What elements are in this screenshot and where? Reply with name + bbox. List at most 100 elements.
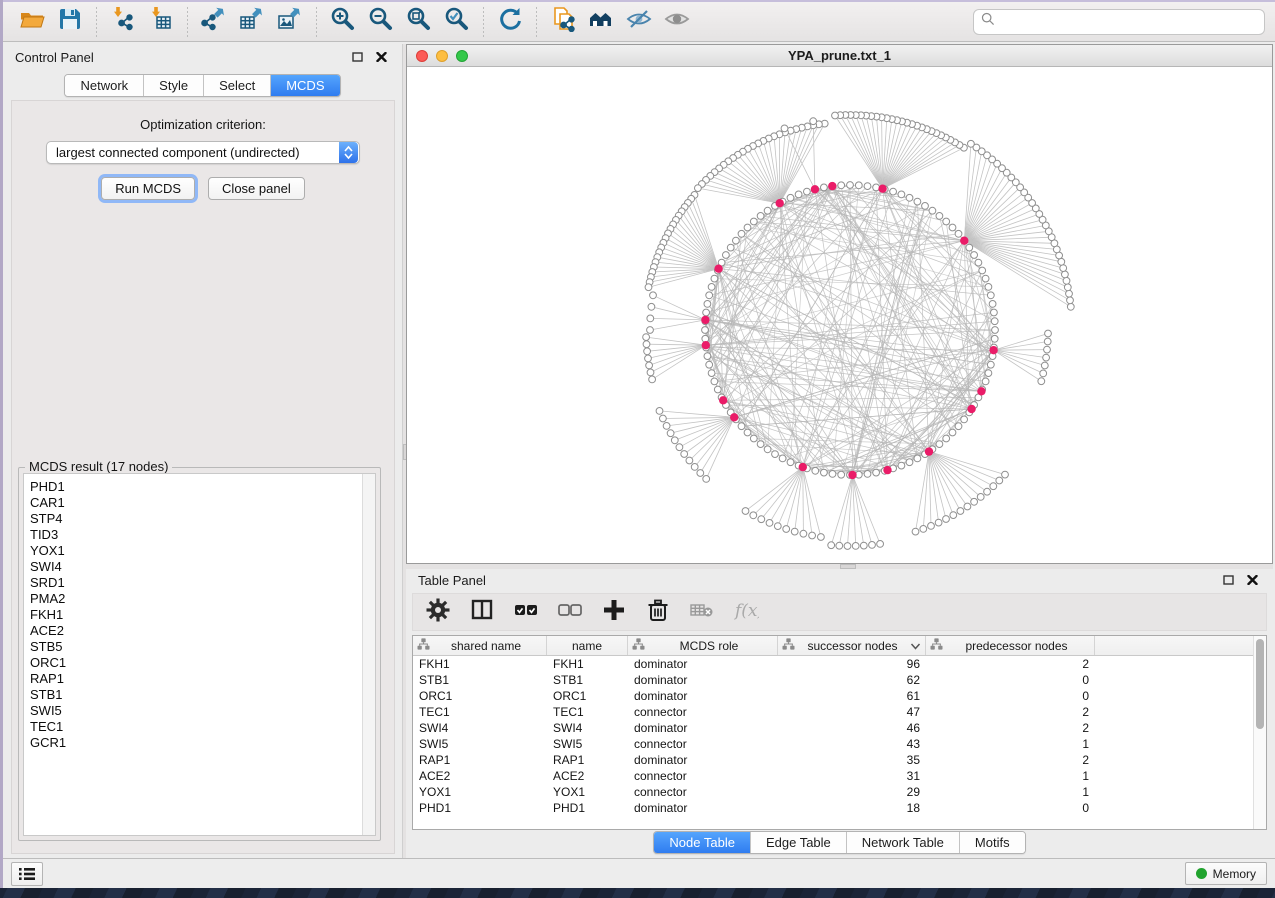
show-panels-button[interactable] — [11, 862, 43, 886]
table-row[interactable]: YOX1YOX1connector291 — [413, 784, 1253, 800]
column-header-predecessor-nodes[interactable]: predecessor nodes — [926, 636, 1095, 655]
mcds-hub-node[interactable] — [799, 463, 807, 471]
select-all-rows-button[interactable] — [511, 597, 541, 627]
maximize-window-icon[interactable] — [456, 50, 468, 62]
first-neighbors-button[interactable] — [584, 6, 618, 38]
table-row[interactable]: ORC1ORC1dominator610 — [413, 688, 1253, 704]
mcds-result-item[interactable]: SWI5 — [30, 703, 362, 719]
tab-select[interactable]: Select — [204, 75, 271, 96]
open-file-button[interactable] — [15, 6, 49, 38]
tab-network[interactable]: Network — [65, 75, 144, 96]
network-graph[interactable] — [407, 67, 1272, 563]
column-header-MCDS-role[interactable]: MCDS role — [628, 636, 778, 655]
network-canvas[interactable] — [407, 67, 1272, 563]
tab-style[interactable]: Style — [144, 75, 204, 96]
criterion-select[interactable]: largest connected component (undirected) — [46, 141, 360, 164]
mcds-hub-node[interactable] — [960, 237, 968, 245]
table-row[interactable]: PHD1PHD1dominator180 — [413, 800, 1253, 816]
table-row[interactable]: STB1STB1dominator620 — [413, 672, 1253, 688]
mcds-result-item[interactable]: SRD1 — [30, 575, 362, 591]
column-header-successor-nodes[interactable]: successor nodes — [778, 636, 926, 655]
cell-name: YOX1 — [547, 785, 628, 799]
tab-node-table[interactable]: Node Table — [654, 832, 751, 853]
table-row[interactable]: RAP1RAP1dominator352 — [413, 752, 1253, 768]
mcds-hub-node[interactable] — [702, 341, 710, 349]
close-panel-button[interactable]: Close panel — [208, 177, 305, 200]
table-scrollbar[interactable] — [1253, 636, 1266, 829]
mcds-result-item[interactable]: ORC1 — [30, 655, 362, 671]
zoom-selected-button[interactable] — [440, 6, 474, 38]
column-header-shared-name[interactable]: shared name — [413, 636, 547, 655]
zoom-out-button[interactable] — [364, 6, 398, 38]
import-network-button[interactable] — [106, 6, 140, 38]
tab-mcds[interactable]: MCDS — [271, 75, 339, 96]
tab-motifs[interactable]: Motifs — [960, 832, 1025, 853]
mcds-result-item[interactable]: STP4 — [30, 511, 362, 527]
toggle-panel-columns-button[interactable] — [467, 597, 497, 627]
mcds-hub-node[interactable] — [828, 182, 836, 190]
memory-button[interactable]: Memory — [1185, 862, 1267, 885]
mcds-result-item[interactable]: ACE2 — [30, 623, 362, 639]
column-header-name[interactable]: name — [547, 636, 628, 655]
mcds-hub-node[interactable] — [967, 405, 975, 413]
mcds-result-item[interactable]: CAR1 — [30, 495, 362, 511]
table-row[interactable]: SWI5SWI5connector431 — [413, 736, 1253, 752]
mcds-hub-node[interactable] — [776, 199, 784, 207]
mcds-result-item[interactable]: TEC1 — [30, 719, 362, 735]
mcds-hub-node[interactable] — [989, 346, 997, 354]
mcds-result-item[interactable]: PMA2 — [30, 591, 362, 607]
mcds-hub-node[interactable] — [730, 413, 738, 421]
mcds-hub-node[interactable] — [883, 466, 891, 474]
mcds-hub-node[interactable] — [719, 396, 727, 404]
table-row[interactable]: ACE2ACE2connector311 — [413, 768, 1253, 784]
export-table-button[interactable] — [235, 6, 269, 38]
zoom-fit-button[interactable] — [402, 6, 436, 38]
table-settings-button[interactable] — [423, 597, 453, 627]
mcds-result-item[interactable]: YOX1 — [30, 543, 362, 559]
mcds-hub-node[interactable] — [848, 471, 856, 479]
table-row[interactable]: TEC1TEC1connector472 — [413, 704, 1253, 720]
search-box[interactable] — [973, 9, 1265, 35]
table-row[interactable]: SWI4SWI4dominator462 — [413, 720, 1253, 736]
scrollbar-thumb[interactable] — [1256, 639, 1264, 729]
search-input[interactable] — [1000, 14, 1257, 29]
deselect-all-rows-button[interactable] — [555, 597, 585, 627]
import-table-button[interactable] — [144, 6, 178, 38]
mcds-result-item[interactable]: PHD1 — [30, 479, 362, 495]
list-scrollbar[interactable] — [362, 474, 375, 835]
apply-layout-button[interactable] — [493, 6, 527, 38]
create-column-button[interactable] — [599, 597, 629, 627]
tab-edge-table[interactable]: Edge Table — [751, 832, 847, 853]
run-mcds-button[interactable]: Run MCDS — [101, 177, 195, 200]
hide-selected-button[interactable] — [622, 6, 656, 38]
tab-network-table[interactable]: Network Table — [847, 832, 960, 853]
mcds-result-item[interactable]: RAP1 — [30, 671, 362, 687]
float-panel-icon[interactable] — [1219, 572, 1237, 588]
mcds-result-item[interactable]: GCR1 — [30, 735, 362, 751]
export-network-button[interactable] — [197, 6, 231, 38]
delete-column-button[interactable] — [643, 597, 673, 627]
mcds-result-item[interactable]: TID3 — [30, 527, 362, 543]
mcds-result-item[interactable]: STB5 — [30, 639, 362, 655]
mcds-hub-node[interactable] — [714, 265, 722, 273]
mcds-hub-node[interactable] — [878, 185, 886, 193]
close-panel-icon[interactable] — [372, 49, 390, 65]
mcds-result-item[interactable]: SWI4 — [30, 559, 362, 575]
close-panel-icon[interactable] — [1243, 572, 1261, 588]
mcds-result-item[interactable]: FKH1 — [30, 607, 362, 623]
mcds-result-list[interactable]: PHD1CAR1STP4TID3YOX1SWI4SRD1PMA2FKH1ACE2… — [23, 473, 376, 836]
mcds-hub-node[interactable] — [977, 387, 985, 395]
zoom-in-button[interactable] — [326, 6, 360, 38]
mcds-hub-node[interactable] — [811, 185, 819, 193]
mcds-hub-node[interactable] — [701, 316, 709, 324]
mcds-result-item[interactable]: STB1 — [30, 687, 362, 703]
export-image-button[interactable] — [273, 6, 307, 38]
close-window-icon[interactable] — [416, 50, 428, 62]
minimize-window-icon[interactable] — [436, 50, 448, 62]
network-frame-titlebar[interactable]: YPA_prune.txt_1 — [407, 45, 1272, 67]
mcds-hub-node[interactable] — [925, 447, 933, 455]
float-panel-icon[interactable] — [348, 49, 366, 65]
new-network-from-selection-button[interactable] — [546, 6, 580, 38]
save-session-button[interactable] — [53, 6, 87, 38]
table-row[interactable]: FKH1FKH1dominator962 — [413, 656, 1253, 672]
